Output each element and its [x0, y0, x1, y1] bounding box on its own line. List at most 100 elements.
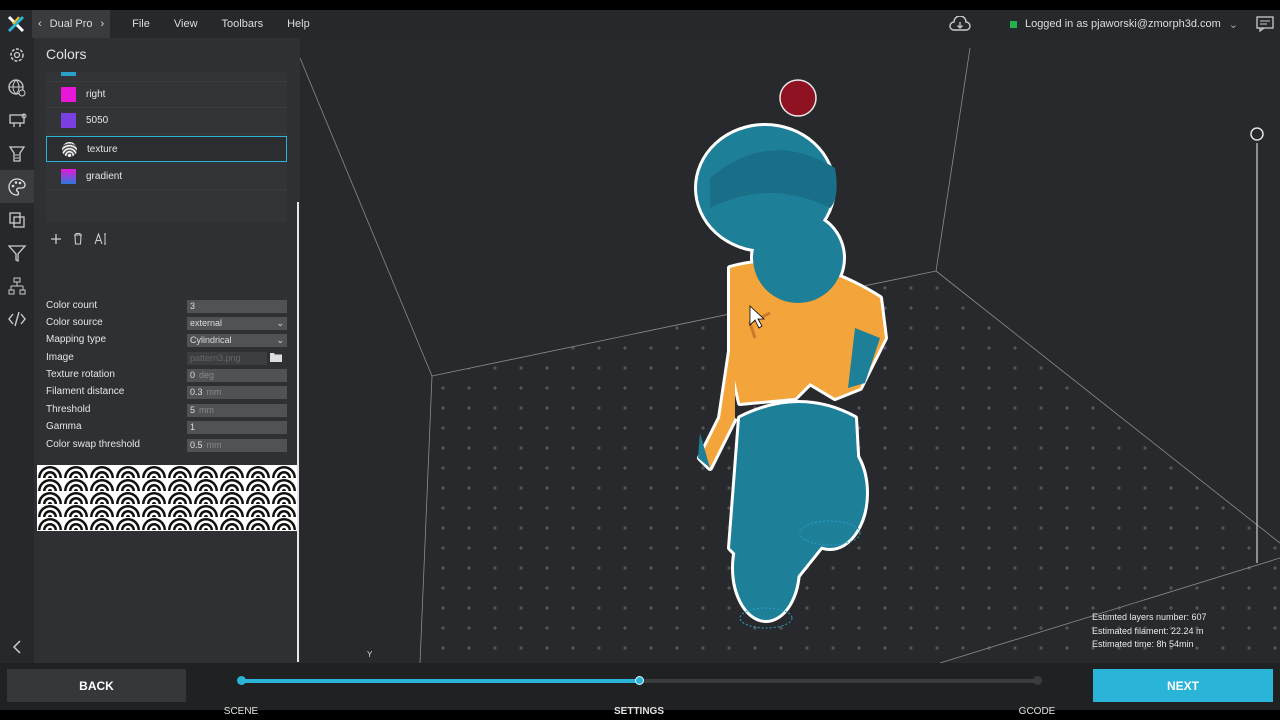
zmorph-logo [0, 10, 32, 38]
step-dot-scene[interactable] [237, 676, 246, 685]
param-gamma: Gamma 1 [46, 421, 287, 435]
next-button[interactable]: NEXT [1093, 669, 1273, 702]
printer-name: Dual Pro [49, 18, 93, 30]
rename-icon[interactable] [94, 231, 108, 248]
param-label: Filament distance [46, 386, 125, 397]
step-label-settings[interactable]: SETTINGS [614, 706, 664, 717]
step-dot-settings[interactable] [635, 676, 644, 685]
param-label: Gamma [46, 421, 82, 432]
chevron-right-icon[interactable]: › [100, 18, 104, 30]
menu-toolbars[interactable]: Toolbars [210, 18, 276, 30]
texture-rotation-input[interactable]: 0 deg [187, 369, 287, 382]
axis-label-y: Y [367, 650, 373, 659]
menu-file[interactable]: File [120, 18, 162, 30]
mapping-type-select[interactable]: Cylindrical ⌄ [187, 334, 287, 347]
chevron-left-icon[interactable]: ‹ [38, 18, 42, 30]
step-progress[interactable]: SCENE SETTINGS GCODE [224, 676, 1055, 717]
color-tools [50, 231, 108, 248]
estimate-layers: Estimted layers number: 607 [1092, 612, 1207, 622]
chevron-down-icon[interactable]: ⌄ [1229, 18, 1238, 31]
palette-icon[interactable] [0, 170, 34, 203]
color-list[interactable]: left right 5050 texture gradient [46, 72, 287, 222]
param-color-swap-threshold: Color swap threshold 0.5 mm [46, 439, 287, 453]
login-text: Logged in as pjaworski@zmorph3d.com [1024, 18, 1221, 30]
code-icon[interactable] [0, 302, 34, 335]
gradient-swatch [61, 169, 76, 184]
color-item-left[interactable]: left [46, 72, 287, 82]
param-label: Color source [46, 317, 103, 328]
layer-slider[interactable] [1250, 127, 1264, 563]
threshold-input[interactable]: 5 mm [187, 404, 287, 417]
step-dot-gcode[interactable] [1033, 676, 1042, 685]
extruder-icon[interactable] [0, 104, 34, 137]
colors-panel: Colors left right 5050 texture gradient [34, 38, 300, 663]
chevron-down-icon: ⌄ [276, 318, 284, 328]
panel-scrollbar[interactable] [297, 202, 299, 662]
param-label: Color swap threshold [46, 439, 140, 450]
bottom-bar: BACK SCENE SETTINGS GCODE NEXT [0, 663, 1280, 717]
param-label: Threshold [46, 404, 91, 415]
texture-swatch [62, 141, 77, 157]
printer-selector[interactable]: ‹ Dual Pro › [32, 10, 111, 38]
color-item-gradient[interactable]: gradient [46, 164, 287, 190]
gamma-input[interactable]: 1 [187, 421, 287, 434]
param-label: Texture rotation [46, 369, 115, 380]
3d-viewport[interactable]: Y [300, 38, 1280, 663]
param-color-source: Color source external ⌄ [46, 317, 287, 331]
panel-title: Colors [46, 46, 87, 62]
account-menu[interactable]: Logged in as pjaworski@zmorph3d.com ⌄ [1009, 10, 1238, 38]
color-count-input[interactable]: 3 [187, 300, 287, 313]
filament-distance-input[interactable]: 0.3 mm [187, 386, 287, 399]
color-name: left [86, 72, 99, 74]
param-mapping-type: Mapping type Cylindrical ⌄ [46, 334, 287, 348]
trash-icon[interactable] [72, 232, 84, 248]
color-swatch [61, 113, 76, 128]
param-threshold: Threshold 5 mm [46, 404, 287, 418]
step-label-scene[interactable]: SCENE [224, 706, 258, 717]
color-name: 5050 [86, 115, 109, 126]
color-swap-threshold-input[interactable]: 0.5 mm [187, 439, 287, 452]
folder-icon[interactable] [270, 352, 282, 365]
color-source-select[interactable]: external ⌄ [187, 317, 287, 330]
infill-icon[interactable] [0, 137, 34, 170]
material-globe-icon[interactable] [0, 71, 34, 104]
collapse-panel-icon[interactable] [0, 630, 34, 663]
hierarchy-icon[interactable] [0, 269, 34, 302]
color-item-texture[interactable]: texture [46, 136, 287, 162]
color-swatch [61, 87, 76, 102]
image-path-input[interactable]: pattern3.png [187, 352, 267, 365]
param-color-count: Color count 3 [46, 300, 287, 314]
add-icon[interactable] [50, 233, 62, 248]
cloud-download-icon[interactable] [948, 15, 972, 35]
texture-preview [37, 465, 297, 531]
top-bar: ‹ Dual Pro › File View Toolbars Help Log… [0, 10, 1280, 38]
param-label: Image [46, 352, 74, 363]
estimate-filament: Estimated filament: 22.24 m [1092, 625, 1204, 636]
color-item-right[interactable]: right [46, 82, 287, 108]
left-toolbar [0, 38, 34, 663]
param-label: Mapping type [46, 334, 107, 345]
menu-view[interactable]: View [162, 18, 210, 30]
param-texture-rotation: Texture rotation 0 deg [46, 369, 287, 383]
filter-icon[interactable] [0, 236, 34, 269]
param-image: Image pattern3.png [46, 352, 287, 366]
app-window: ‹ Dual Pro › File View Toolbars Help Log… [0, 10, 1280, 717]
param-filament-distance: Filament distance 0.3 mm [46, 386, 287, 400]
step-progress-fill [241, 679, 639, 683]
menu-help[interactable]: Help [275, 18, 322, 30]
color-name: gradient [86, 171, 123, 182]
color-name: texture [87, 143, 118, 155]
copy-icon[interactable] [0, 203, 34, 236]
step-label-gcode[interactable]: GCODE [1019, 706, 1056, 717]
color-item-5050[interactable]: 5050 [46, 108, 287, 134]
color-swatch [61, 72, 76, 76]
settings-gear-icon[interactable] [0, 38, 34, 71]
model-marker[interactable] [779, 79, 817, 117]
color-name: right [86, 89, 106, 100]
param-label: Color count [46, 300, 98, 311]
chevron-down-icon: ⌄ [276, 335, 284, 345]
print-estimates: Estimted layers number: 607 Estimated fi… [1092, 611, 1207, 652]
estimate-time: Estimated time: 8h 54min [1092, 639, 1194, 649]
back-button[interactable]: BACK [7, 669, 186, 702]
chat-icon[interactable] [1256, 16, 1274, 35]
